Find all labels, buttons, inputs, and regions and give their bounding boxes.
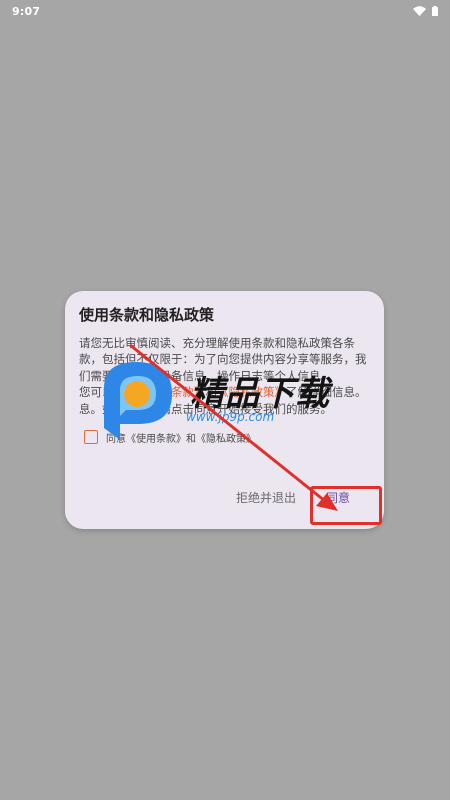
watermark-logo-icon: [104, 362, 172, 440]
reject-exit-button[interactable]: 拒绝并退出: [236, 489, 296, 506]
watermark-brand: 精品下载: [190, 374, 330, 414]
dialog-title: 使用条款和隐私政策: [79, 306, 215, 324]
agree-checkbox[interactable]: [84, 430, 98, 444]
battery-icon: [432, 6, 438, 16]
body-line: 请您无比审慎阅读、充分理解使用条款和隐私政策各条: [79, 336, 355, 350]
status-time: 9:07: [12, 4, 41, 18]
status-icons: [413, 6, 438, 16]
agree-highlight-box: [310, 486, 382, 525]
wifi-icon: [413, 6, 426, 16]
watermark: 精品下载 www.jp9p.com: [100, 358, 360, 440]
status-bar: 9:07: [0, 0, 450, 22]
watermark-url: www.jp9p.com: [186, 410, 275, 424]
